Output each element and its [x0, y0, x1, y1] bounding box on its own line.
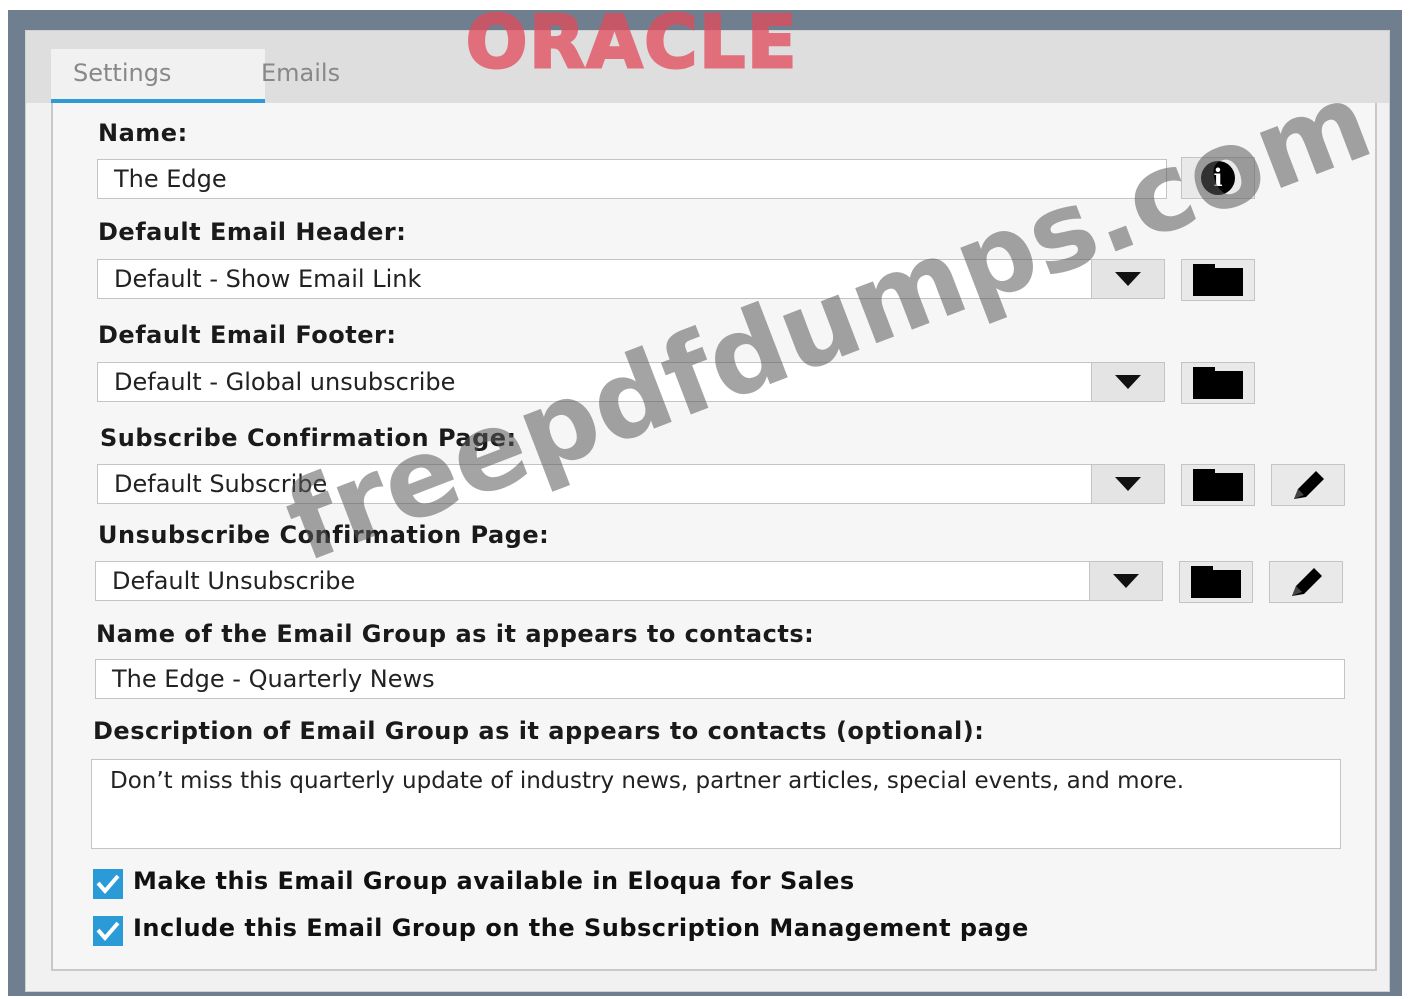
dropdown-arrow-icon	[1113, 574, 1139, 588]
dropdown-arrow-icon	[1115, 477, 1141, 491]
folder-icon	[1193, 367, 1243, 399]
folder-icon	[1193, 469, 1243, 501]
subscription-management-checkbox[interactable]	[93, 916, 123, 946]
sales-availability-label: Make this Email Group available in Eloqu…	[133, 867, 855, 895]
unsubscribe-page-edit-button[interactable]	[1269, 561, 1343, 603]
subscription-management-label: Include this Email Group on the Subscrip…	[133, 914, 1029, 942]
description-textarea[interactable]: Don’t miss this quarterly update of indu…	[91, 759, 1341, 849]
email-footer-dropdown-button[interactable]	[1091, 362, 1165, 402]
subscribe-page-label: Subscribe Confirmation Page:	[100, 424, 517, 452]
dropdown-arrow-icon	[1115, 272, 1141, 286]
checkmark-icon	[96, 874, 120, 895]
email-footer-browse-button[interactable]	[1181, 362, 1255, 404]
email-header-dropdown-button[interactable]	[1091, 259, 1165, 299]
description-label: Description of Email Group as it appears…	[93, 717, 985, 745]
unsubscribe-page-select[interactable]: Default Unsubscribe	[95, 561, 1091, 601]
email-header-select[interactable]: Default - Show Email Link	[97, 259, 1093, 299]
email-footer-select[interactable]: Default - Global unsubscribe	[97, 362, 1093, 402]
checkmark-icon	[96, 921, 120, 942]
group-name-input[interactable]: The Edge - Quarterly News	[95, 659, 1345, 699]
tab-settings[interactable]: Settings	[51, 49, 265, 103]
subscribe-page-dropdown-button[interactable]	[1091, 464, 1165, 504]
email-footer-label: Default Email Footer:	[98, 321, 397, 349]
pencil-icon	[1294, 471, 1324, 499]
email-group-settings-window: Settings Emails Name: The Edge i Default…	[25, 30, 1390, 992]
email-header-label: Default Email Header:	[98, 218, 407, 246]
dropdown-arrow-icon	[1115, 375, 1141, 389]
name-input[interactable]: The Edge	[97, 159, 1167, 199]
settings-panel: Name: The Edge i Default Email Header: D…	[51, 103, 1377, 971]
oracle-logo: ORACLE	[465, 0, 799, 84]
tab-emails[interactable]: Emails	[239, 49, 362, 103]
unsubscribe-page-browse-button[interactable]	[1179, 561, 1253, 603]
sales-availability-checkbox[interactable]	[93, 869, 123, 899]
info-button[interactable]: i	[1181, 157, 1255, 199]
group-name-label: Name of the Email Group as it appears to…	[96, 620, 815, 648]
info-icon: i	[1201, 161, 1235, 195]
name-label: Name:	[98, 119, 188, 147]
unsubscribe-page-label: Unsubscribe Confirmation Page:	[98, 521, 550, 549]
subscribe-page-edit-button[interactable]	[1271, 464, 1345, 506]
subscribe-page-select[interactable]: Default Subscribe	[97, 464, 1093, 504]
pencil-icon	[1292, 568, 1322, 596]
subscribe-page-browse-button[interactable]	[1181, 464, 1255, 506]
folder-icon	[1193, 264, 1243, 296]
folder-icon	[1191, 566, 1241, 598]
unsubscribe-page-dropdown-button[interactable]	[1089, 561, 1163, 601]
email-header-browse-button[interactable]	[1181, 259, 1255, 301]
